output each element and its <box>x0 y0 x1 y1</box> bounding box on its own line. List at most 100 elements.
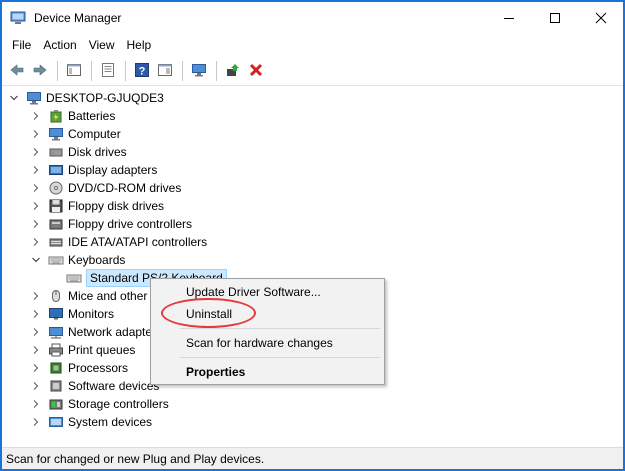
tree-item-disk-drives[interactable]: Disk drives <box>30 143 127 161</box>
floppy-controller-icon <box>48 216 64 232</box>
chevron-down-icon[interactable] <box>30 254 42 266</box>
dvd-drive-icon <box>48 180 64 196</box>
display-adapter-icon <box>48 162 64 178</box>
properties-icon <box>100 62 116 81</box>
tree-item-computer[interactable]: Computer <box>30 125 121 143</box>
chevron-right-icon[interactable] <box>30 362 42 374</box>
menu-item-update-driver[interactable]: Update Driver Software... <box>186 285 321 299</box>
chevron-right-icon[interactable] <box>30 236 42 248</box>
tree-item-label: DVD/CD-ROM drives <box>68 181 182 195</box>
tree-item-display-adapters[interactable]: Display adapters <box>30 161 157 179</box>
monitor-icon <box>48 306 64 322</box>
toolbar: ? <box>2 58 623 84</box>
storage-controller-icon <box>48 396 64 412</box>
computer-icon <box>26 90 42 106</box>
scan-hardware-button[interactable] <box>188 60 210 82</box>
help-icon: ? <box>134 62 150 81</box>
chevron-right-icon[interactable] <box>30 182 42 194</box>
tree-item-label: Print queues <box>68 343 136 357</box>
menu-help[interactable]: Help <box>121 34 158 56</box>
tree-item-mice[interactable]: Mice and other <box>30 287 147 305</box>
chevron-right-icon[interactable] <box>30 398 42 410</box>
chevron-right-icon[interactable] <box>30 290 42 302</box>
tree-item-label: Floppy disk drives <box>68 199 165 213</box>
forward-button[interactable] <box>29 60 51 82</box>
tree-item-floppy-disk-drives[interactable]: Floppy disk drives <box>30 197 164 215</box>
menu-item-scan-hardware[interactable]: Scan for hardware changes <box>186 336 333 350</box>
printer-icon <box>48 342 64 358</box>
chevron-right-icon[interactable] <box>30 128 42 140</box>
processor-icon <box>48 360 64 376</box>
chevron-right-icon[interactable] <box>30 218 42 230</box>
tree-item-label: Computer <box>68 127 121 141</box>
computer-icon <box>48 126 64 142</box>
minimize-button[interactable] <box>486 2 532 34</box>
help-button[interactable]: ? <box>131 60 153 82</box>
details-button[interactable] <box>154 60 176 82</box>
show-hide-tree-button[interactable] <box>63 60 85 82</box>
tree-item-label: Software devices <box>68 379 160 393</box>
tree-item-system-devices[interactable]: System devices <box>30 413 152 431</box>
device-tree[interactable]: DESKTOP-GJUQDE3 Batteries Computer Disk … <box>2 87 623 445</box>
battery-icon <box>48 108 64 124</box>
tree-item-label: Batteries <box>68 109 116 123</box>
system-device-icon <box>48 414 64 430</box>
title-bar[interactable]: Device Manager <box>2 2 623 34</box>
menu-view[interactable]: View <box>83 34 121 56</box>
tree-item-software-devices[interactable]: Software devices <box>30 377 159 395</box>
chevron-right-icon[interactable] <box>30 146 42 158</box>
tree-item-processors[interactable]: Processors <box>30 359 128 377</box>
tree-item-dvd-drives[interactable]: DVD/CD-ROM drives <box>30 179 181 197</box>
scan-hardware-icon <box>191 62 207 81</box>
chevron-down-icon[interactable] <box>8 92 20 104</box>
uninstall-button[interactable] <box>245 60 267 82</box>
tree-item-label: Mice and other <box>68 289 148 303</box>
menu-file[interactable]: File <box>6 34 37 56</box>
menu-action[interactable]: Action <box>37 34 82 56</box>
chevron-right-icon[interactable] <box>30 326 42 338</box>
toolbar-separator <box>57 61 58 81</box>
tree-item-storage-controllers[interactable]: Storage controllers <box>30 395 169 413</box>
ide-controller-icon <box>48 234 64 250</box>
context-menu: Update Driver Software... Uninstall Scan… <box>150 278 385 385</box>
tree-item-label: Disk drives <box>68 145 127 159</box>
maximize-button[interactable] <box>532 2 578 34</box>
keyboard-icon <box>66 270 82 286</box>
tree-root[interactable]: DESKTOP-GJUQDE3 <box>8 89 164 107</box>
chevron-right-icon[interactable] <box>30 200 42 212</box>
toolbar-separator <box>91 61 92 81</box>
tree-item-batteries[interactable]: Batteries <box>30 107 115 125</box>
chevron-right-icon[interactable] <box>30 110 42 122</box>
tree-item-label: System devices <box>68 415 153 429</box>
chevron-right-icon[interactable] <box>30 416 42 428</box>
tree-item-floppy-controllers[interactable]: Floppy drive controllers <box>30 215 192 233</box>
tree-item-label: IDE ATA/ATAPI controllers <box>68 235 208 249</box>
close-button[interactable] <box>578 2 624 34</box>
tree-item-label: Storage controllers <box>68 397 169 411</box>
chevron-right-icon[interactable] <box>30 344 42 356</box>
network-adapter-icon <box>48 324 64 340</box>
chevron-right-icon[interactable] <box>30 380 42 392</box>
status-text: Scan for changed or new Plug and Play de… <box>6 451 265 466</box>
details-icon <box>157 62 173 81</box>
tree-item-keyboards[interactable]: Keyboards <box>30 251 125 269</box>
tree-item-label: Network adapte <box>68 325 153 339</box>
window-title: Device Manager <box>34 11 122 25</box>
chevron-right-icon[interactable] <box>30 164 42 176</box>
tree-item-print-queues[interactable]: Print queues <box>30 341 135 359</box>
back-button[interactable] <box>6 60 28 82</box>
tree-item-network-adapters[interactable]: Network adapte <box>30 323 152 341</box>
update-driver-icon <box>225 62 241 81</box>
menu-separator <box>180 328 380 329</box>
toolbar-divider <box>2 85 623 86</box>
keyboard-icon <box>48 252 64 268</box>
properties-button[interactable] <box>97 60 119 82</box>
tree-item-monitors[interactable]: Monitors <box>30 305 114 323</box>
menu-item-properties[interactable]: Properties <box>186 365 245 379</box>
tree-item-ide-controllers[interactable]: IDE ATA/ATAPI controllers <box>30 233 207 251</box>
chevron-right-icon[interactable] <box>30 308 42 320</box>
toolbar-separator <box>125 61 126 81</box>
tree-item-label: Monitors <box>68 307 115 321</box>
tree-root-label: DESKTOP-GJUQDE3 <box>46 91 164 105</box>
update-driver-button[interactable] <box>222 60 244 82</box>
